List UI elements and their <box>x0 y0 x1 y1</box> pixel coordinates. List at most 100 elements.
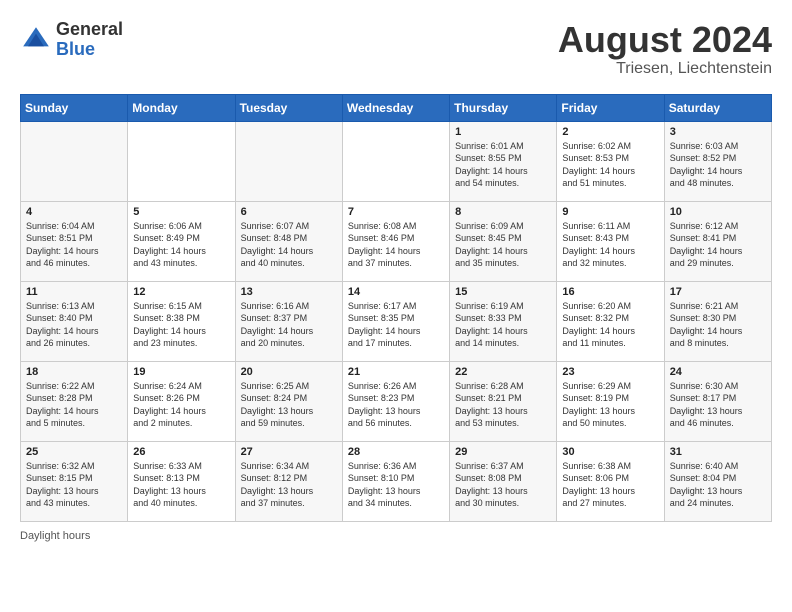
calendar-cell: 8 Sunrise: 6:09 AM Sunset: 8:45 PM Daylig… <box>450 201 557 281</box>
logo-icon <box>20 24 52 56</box>
day-number: 9 <box>562 206 658 218</box>
day-info: Sunrise: 6:34 AM Sunset: 8:12 PM Dayligh… <box>241 460 337 510</box>
day-info: Sunrise: 6:28 AM Sunset: 8:21 PM Dayligh… <box>455 380 551 430</box>
day-info: Sunrise: 6:30 AM Sunset: 8:17 PM Dayligh… <box>670 380 766 430</box>
day-info: Sunrise: 6:20 AM Sunset: 8:32 PM Dayligh… <box>562 300 658 350</box>
calendar-week-row: 25 Sunrise: 6:32 AM Sunset: 8:15 PM Dayli… <box>21 441 772 521</box>
day-number: 26 <box>133 446 229 458</box>
day-info: Sunrise: 6:40 AM Sunset: 8:04 PM Dayligh… <box>670 460 766 510</box>
calendar-cell: 24 Sunrise: 6:30 AM Sunset: 8:17 PM Dayli… <box>664 361 771 441</box>
weekday-header-row: SundayMondayTuesdayWednesdayThursdayFrid… <box>21 94 772 121</box>
calendar-cell: 25 Sunrise: 6:32 AM Sunset: 8:15 PM Dayli… <box>21 441 128 521</box>
day-number: 7 <box>348 206 444 218</box>
day-info: Sunrise: 6:02 AM Sunset: 8:53 PM Dayligh… <box>562 140 658 190</box>
title-block: August 2024 Triesen, Liechtenstein <box>558 20 772 78</box>
calendar-cell: 13 Sunrise: 6:16 AM Sunset: 8:37 PM Dayli… <box>235 281 342 361</box>
calendar-cell <box>128 121 235 201</box>
weekday-header-thursday: Thursday <box>450 94 557 121</box>
logo-text: General Blue <box>56 20 123 60</box>
day-number: 4 <box>26 206 122 218</box>
weekday-header-tuesday: Tuesday <box>235 94 342 121</box>
calendar-cell: 21 Sunrise: 6:26 AM Sunset: 8:23 PM Dayli… <box>342 361 449 441</box>
day-info: Sunrise: 6:32 AM Sunset: 8:15 PM Dayligh… <box>26 460 122 510</box>
day-number: 10 <box>670 206 766 218</box>
day-info: Sunrise: 6:24 AM Sunset: 8:26 PM Dayligh… <box>133 380 229 430</box>
calendar-cell <box>235 121 342 201</box>
day-number: 25 <box>26 446 122 458</box>
day-number: 12 <box>133 286 229 298</box>
calendar-cell: 30 Sunrise: 6:38 AM Sunset: 8:06 PM Dayli… <box>557 441 664 521</box>
day-info: Sunrise: 6:38 AM Sunset: 8:06 PM Dayligh… <box>562 460 658 510</box>
calendar-cell: 16 Sunrise: 6:20 AM Sunset: 8:32 PM Dayli… <box>557 281 664 361</box>
day-info: Sunrise: 6:21 AM Sunset: 8:30 PM Dayligh… <box>670 300 766 350</box>
day-info: Sunrise: 6:13 AM Sunset: 8:40 PM Dayligh… <box>26 300 122 350</box>
day-number: 1 <box>455 126 551 138</box>
calendar-cell: 5 Sunrise: 6:06 AM Sunset: 8:49 PM Daylig… <box>128 201 235 281</box>
calendar-cell: 17 Sunrise: 6:21 AM Sunset: 8:30 PM Dayli… <box>664 281 771 361</box>
calendar-cell: 22 Sunrise: 6:28 AM Sunset: 8:21 PM Dayli… <box>450 361 557 441</box>
day-number: 18 <box>26 366 122 378</box>
day-info: Sunrise: 6:11 AM Sunset: 8:43 PM Dayligh… <box>562 220 658 270</box>
day-info: Sunrise: 6:06 AM Sunset: 8:49 PM Dayligh… <box>133 220 229 270</box>
calendar-cell: 31Sunrise: 6:40 AM Sunset: 8:04 PM Dayli… <box>664 441 771 521</box>
day-info: Sunrise: 6:12 AM Sunset: 8:41 PM Dayligh… <box>670 220 766 270</box>
footer: Daylight hours <box>20 530 772 542</box>
day-number: 6 <box>241 206 337 218</box>
calendar-week-row: 4 Sunrise: 6:04 AM Sunset: 8:51 PM Daylig… <box>21 201 772 281</box>
day-number: 30 <box>562 446 658 458</box>
day-info: Sunrise: 6:03 AM Sunset: 8:52 PM Dayligh… <box>670 140 766 190</box>
day-info: Sunrise: 6:17 AM Sunset: 8:35 PM Dayligh… <box>348 300 444 350</box>
day-info: Sunrise: 6:04 AM Sunset: 8:51 PM Dayligh… <box>26 220 122 270</box>
calendar-cell: 28 Sunrise: 6:36 AM Sunset: 8:10 PM Dayli… <box>342 441 449 521</box>
calendar-cell <box>21 121 128 201</box>
calendar-cell: 9 Sunrise: 6:11 AM Sunset: 8:43 PM Daylig… <box>557 201 664 281</box>
day-number: 8 <box>455 206 551 218</box>
day-info: Sunrise: 6:16 AM Sunset: 8:37 PM Dayligh… <box>241 300 337 350</box>
day-number: 28 <box>348 446 444 458</box>
calendar-cell: 2Sunrise: 6:02 AM Sunset: 8:53 PM Daylig… <box>557 121 664 201</box>
logo: General Blue <box>20 20 123 60</box>
day-number: 21 <box>348 366 444 378</box>
logo-blue: Blue <box>56 40 123 60</box>
page-header: General Blue August 2024 Triesen, Liecht… <box>20 20 772 78</box>
day-number: 11 <box>26 286 122 298</box>
day-number: 24 <box>670 366 766 378</box>
day-number: 17 <box>670 286 766 298</box>
logo-general: General <box>56 20 123 40</box>
calendar-cell: 18 Sunrise: 6:22 AM Sunset: 8:28 PM Dayli… <box>21 361 128 441</box>
weekday-header-friday: Friday <box>557 94 664 121</box>
day-info: Sunrise: 6:36 AM Sunset: 8:10 PM Dayligh… <box>348 460 444 510</box>
day-number: 19 <box>133 366 229 378</box>
day-info: Sunrise: 6:01 AM Sunset: 8:55 PM Dayligh… <box>455 140 551 190</box>
calendar-table: SundayMondayTuesdayWednesdayThursdayFrid… <box>20 94 772 522</box>
day-number: 23 <box>562 366 658 378</box>
calendar-cell: 27Sunrise: 6:34 AM Sunset: 8:12 PM Dayli… <box>235 441 342 521</box>
day-info: Sunrise: 6:25 AM Sunset: 8:24 PM Dayligh… <box>241 380 337 430</box>
calendar-week-row: 11 Sunrise: 6:13 AM Sunset: 8:40 PM Dayli… <box>21 281 772 361</box>
day-number: 13 <box>241 286 337 298</box>
calendar-week-row: 18 Sunrise: 6:22 AM Sunset: 8:28 PM Dayli… <box>21 361 772 441</box>
calendar-cell: 26Sunrise: 6:33 AM Sunset: 8:13 PM Dayli… <box>128 441 235 521</box>
day-info: Sunrise: 6:37 AM Sunset: 8:08 PM Dayligh… <box>455 460 551 510</box>
day-info: Sunrise: 6:26 AM Sunset: 8:23 PM Dayligh… <box>348 380 444 430</box>
day-info: Sunrise: 6:09 AM Sunset: 8:45 PM Dayligh… <box>455 220 551 270</box>
day-number: 22 <box>455 366 551 378</box>
calendar-cell: 29Sunrise: 6:37 AM Sunset: 8:08 PM Dayli… <box>450 441 557 521</box>
calendar-cell: 6 Sunrise: 6:07 AM Sunset: 8:48 PM Daylig… <box>235 201 342 281</box>
calendar-cell: 10 Sunrise: 6:12 AM Sunset: 8:41 PM Dayli… <box>664 201 771 281</box>
calendar-cell: 4 Sunrise: 6:04 AM Sunset: 8:51 PM Daylig… <box>21 201 128 281</box>
day-number: 15 <box>455 286 551 298</box>
calendar-cell: 7Sunrise: 6:08 AM Sunset: 8:46 PM Daylig… <box>342 201 449 281</box>
calendar-cell <box>342 121 449 201</box>
day-number: 20 <box>241 366 337 378</box>
day-number: 5 <box>133 206 229 218</box>
calendar-cell: 3 Sunrise: 6:03 AM Sunset: 8:52 PM Daylig… <box>664 121 771 201</box>
day-info: Sunrise: 6:07 AM Sunset: 8:48 PM Dayligh… <box>241 220 337 270</box>
weekday-header-wednesday: Wednesday <box>342 94 449 121</box>
day-info: Sunrise: 6:22 AM Sunset: 8:28 PM Dayligh… <box>26 380 122 430</box>
calendar-cell: 1 Sunrise: 6:01 AM Sunset: 8:55 PM Daylig… <box>450 121 557 201</box>
location-title: Triesen, Liechtenstein <box>558 60 772 78</box>
day-number: 3 <box>670 126 766 138</box>
calendar-cell: 20 Sunrise: 6:25 AM Sunset: 8:24 PM Dayli… <box>235 361 342 441</box>
day-number: 16 <box>562 286 658 298</box>
